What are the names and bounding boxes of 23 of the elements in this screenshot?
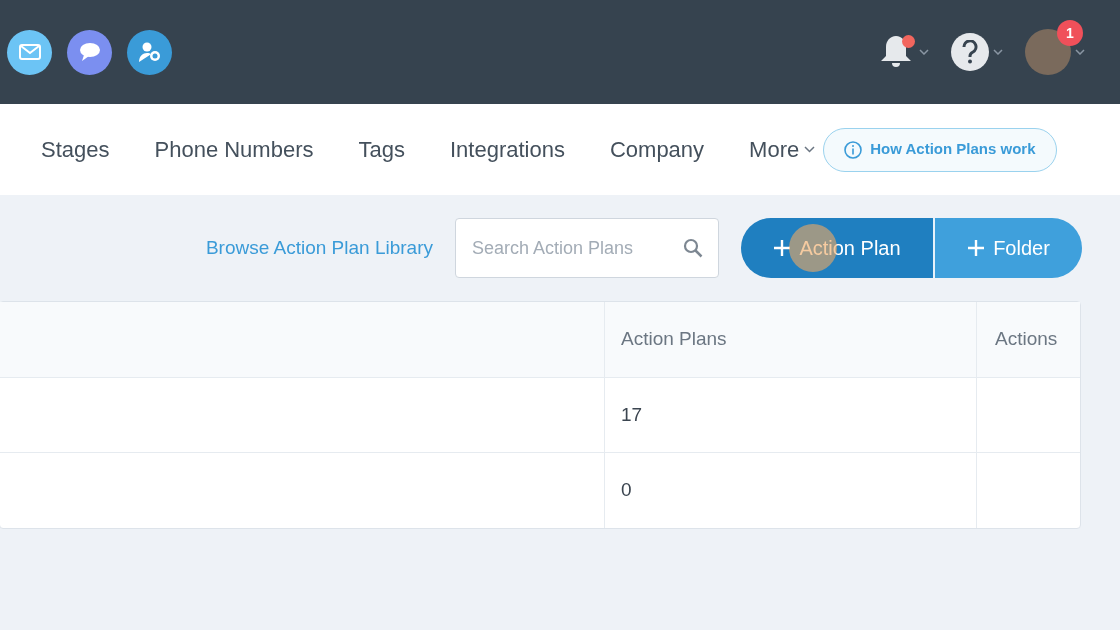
nav-tab[interactable]: Stages	[41, 133, 110, 166]
add-user-icon[interactable]	[127, 29, 172, 75]
plus-icon	[773, 239, 792, 257]
plus-icon	[967, 239, 986, 257]
nav-tab[interactable]: Company	[609, 133, 705, 166]
notification-count: 1	[1057, 20, 1083, 46]
search-field[interactable]: Search Action Plans	[455, 218, 719, 278]
search-icon	[683, 238, 703, 258]
table-cell-text: 0	[621, 478, 632, 503]
nav-tab[interactable]: Integrations	[449, 133, 565, 166]
column-header: Action Plans	[604, 302, 976, 377]
chat-bubble-icon[interactable]	[67, 29, 112, 75]
chevron-down-icon[interactable]	[919, 49, 929, 55]
info-icon	[844, 140, 863, 159]
help-icon[interactable]	[951, 33, 989, 71]
nav-tab[interactable]: Phone Numbers	[154, 133, 314, 166]
mail-icon[interactable]	[7, 29, 52, 75]
nav-tab[interactable]: Tags	[358, 133, 405, 166]
nav-tab[interactable]: More	[749, 133, 816, 166]
table-cell-text: 17	[621, 402, 643, 427]
column-header: Actions	[976, 302, 1080, 377]
chevron-down-icon[interactable]	[993, 49, 1003, 55]
chevron-down-icon[interactable]	[1075, 49, 1085, 55]
